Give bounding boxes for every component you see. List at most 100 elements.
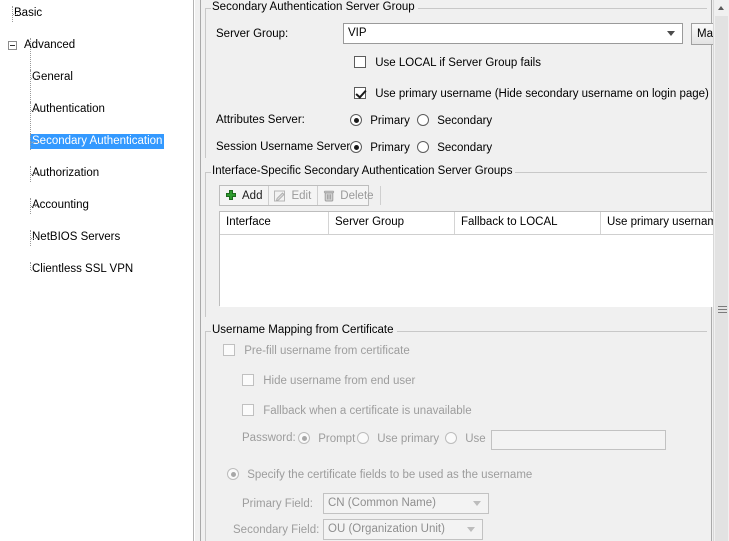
use-local-checkbox[interactable] — [354, 56, 366, 68]
attributes-server-primary-radio[interactable] — [350, 114, 362, 126]
session-username-primary-label: Primary — [370, 142, 410, 154]
vertical-scrollbar[interactable] — [713, 0, 729, 541]
primary-field-combo[interactable]: CN (Common Name) — [323, 493, 489, 514]
table-column-interface[interactable]: Interface — [220, 212, 329, 234]
specify-certificate-fields-radio-row[interactable]: Specify the certificate fields to be use… — [227, 468, 532, 481]
server-group-label: Server Group: — [216, 28, 289, 40]
prefill-username-checkbox[interactable] — [223, 344, 235, 356]
chevron-down-icon — [473, 501, 481, 506]
trash-icon — [322, 189, 336, 203]
attributes-server-label: Attributes Server: — [216, 114, 305, 126]
navigation-tree-panel: Basic Advanced General Authentication Se… — [0, 0, 194, 541]
scrollbar-track[interactable] — [714, 16, 729, 541]
settings-content: Secondary Authentication Server Group Se… — [200, 0, 719, 541]
scroll-up-arrow-icon[interactable] — [714, 0, 729, 16]
password-prompt-radio-row[interactable]: Prompt — [298, 432, 355, 445]
fallback-certificate-checkbox[interactable] — [242, 404, 254, 416]
tree-elbow — [30, 166, 45, 182]
hide-username-checkbox[interactable] — [242, 374, 254, 386]
table-column-use-primary-username[interactable]: Use primary username — [601, 212, 718, 234]
table-column-server-group[interactable]: Server Group — [329, 212, 455, 234]
prefill-username-checkbox-row[interactable]: Pre-fill username from certificate — [223, 344, 410, 357]
password-value-input[interactable] — [491, 430, 666, 450]
password-prompt-label: Prompt — [318, 433, 356, 445]
pencil-icon — [273, 189, 287, 203]
tree-item-advanced[interactable]: Advanced — [0, 38, 193, 54]
interface-server-groups-table[interactable]: Interface Server Group Fallback to LOCAL… — [219, 211, 719, 307]
session-username-primary-radio[interactable] — [350, 141, 362, 153]
tree-collapse-icon[interactable] — [8, 41, 17, 50]
username-mapping-section: Username Mapping from Certificate Pre-fi… — [205, 324, 707, 541]
attributes-server-secondary-radio-row[interactable]: Secondary — [417, 114, 492, 127]
specify-certificate-fields-radio[interactable] — [227, 468, 239, 480]
secondary-field-combo[interactable]: OU (Organization Unit) — [323, 519, 483, 540]
use-primary-username-checkbox-row[interactable]: Use primary username (Hide secondary use… — [354, 87, 709, 100]
tree-elbow — [12, 6, 27, 15]
tree-item-general[interactable]: General — [0, 70, 193, 86]
password-label: Password: — [242, 432, 296, 444]
tree-item-accounting[interactable]: Accounting — [0, 198, 193, 214]
scrollbar-thumb[interactable] — [715, 16, 728, 541]
tree-item-secondary-authentication[interactable]: Secondary Authentication — [0, 134, 193, 150]
table-column-fallback-to-local[interactable]: Fallback to LOCAL — [455, 212, 601, 234]
tree-item-clientless-ssl-vpn[interactable]: Clientless SSL VPN — [0, 262, 193, 278]
tree-item-netbios-servers[interactable]: NetBIOS Servers — [0, 230, 193, 246]
delete-button-label: Delete — [340, 189, 374, 202]
navigation-tree: Basic Advanced General Authentication Se… — [0, 0, 193, 275]
application-window: Basic Advanced General Authentication Se… — [0, 0, 729, 541]
server-group-value: VIP — [348, 27, 367, 39]
table-toolbar: Add Edit Delete — [219, 185, 381, 206]
tree-elbow — [30, 102, 45, 118]
tree-elbow — [30, 134, 45, 150]
table-body — [220, 235, 718, 307]
group-left-edge — [205, 172, 206, 317]
fallback-certificate-checkbox-row[interactable]: Fallback when a certificate is unavailab… — [242, 404, 472, 417]
password-use-radio-row[interactable]: Use — [445, 432, 486, 445]
tree-elbow — [30, 230, 45, 246]
fallback-certificate-label: Fallback when a certificate is unavailab… — [263, 405, 472, 417]
server-group-combo[interactable]: VIP — [343, 23, 683, 44]
password-use-primary-radio[interactable] — [357, 432, 369, 444]
use-primary-username-label: Use primary username (Hide secondary use… — [375, 88, 709, 100]
secondary-auth-server-group-section: Secondary Authentication Server Group Se… — [205, 1, 719, 158]
delete-button[interactable]: Delete — [318, 186, 381, 205]
tree-item-basic[interactable]: Basic — [0, 6, 193, 22]
add-button[interactable]: Add — [220, 186, 270, 205]
hide-username-label: Hide username from end user — [263, 375, 416, 387]
attributes-server-primary-label: Primary — [370, 115, 410, 127]
use-local-checkbox-row[interactable]: Use LOCAL if Server Group fails — [354, 56, 541, 69]
group-title: Username Mapping from Certificate — [211, 324, 397, 336]
hide-username-checkbox-row[interactable]: Hide username from end user — [242, 374, 415, 387]
edit-button-label: Edit — [291, 189, 312, 202]
plus-icon — [224, 189, 238, 203]
specify-certificate-fields-label: Specify the certificate fields to be use… — [247, 469, 533, 481]
attributes-server-primary-radio-row[interactable]: Primary — [350, 114, 410, 127]
password-use-label: Use — [465, 433, 486, 445]
attributes-server-secondary-radio[interactable] — [417, 114, 429, 126]
chevron-down-icon — [467, 527, 475, 532]
password-use-primary-label: Use primary — [377, 433, 440, 445]
use-primary-username-checkbox[interactable] — [354, 87, 366, 99]
password-prompt-radio[interactable] — [298, 432, 310, 444]
password-use-radio[interactable] — [445, 432, 457, 444]
group-title: Interface-Specific Secondary Authenticat… — [211, 165, 516, 177]
edit-button[interactable]: Edit — [269, 186, 319, 205]
group-left-edge — [205, 331, 206, 541]
password-use-primary-radio-row[interactable]: Use primary — [357, 432, 439, 445]
secondary-field-label: Secondary Field: — [233, 524, 320, 536]
interface-specific-section: Interface-Specific Secondary Authenticat… — [205, 165, 719, 317]
use-local-label: Use LOCAL if Server Group fails — [375, 57, 541, 69]
tree-item-authorization[interactable]: Authorization — [0, 166, 193, 182]
session-username-primary-radio-row[interactable]: Primary — [350, 141, 410, 154]
session-username-secondary-radio-row[interactable]: Secondary — [417, 141, 492, 154]
session-username-server-label: Session Username Server: — [216, 141, 354, 153]
primary-field-label: Primary Field: — [242, 498, 313, 510]
chevron-down-icon — [667, 31, 675, 36]
tree-item-label: Clientless SSL VPN — [32, 263, 134, 275]
session-username-secondary-radio[interactable] — [417, 141, 429, 153]
tree-item-label: Advanced — [24, 39, 76, 51]
prefill-username-label: Pre-fill username from certificate — [244, 345, 410, 357]
settings-pane: Secondary Authentication Server Group Se… — [195, 0, 729, 541]
tree-elbow — [30, 70, 45, 86]
tree-item-authentication[interactable]: Authentication — [0, 102, 193, 118]
